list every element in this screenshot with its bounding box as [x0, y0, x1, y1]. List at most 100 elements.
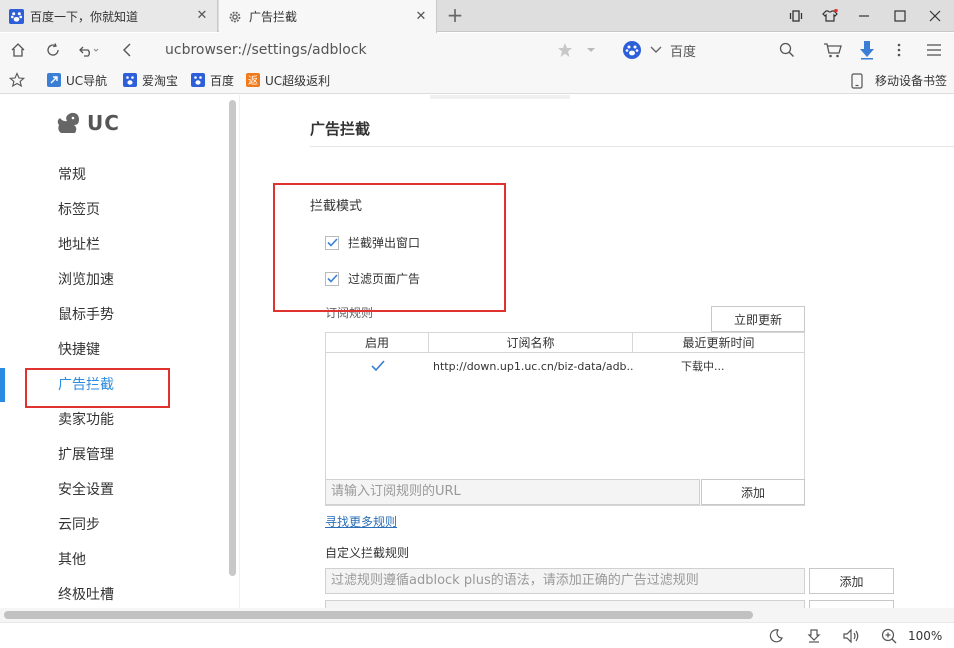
nav-seller-features[interactable]: 卖家功能	[58, 410, 114, 430]
table-row[interactable]: http://down.up1.uc.cn/biz-data/adb... 下载…	[326, 355, 804, 377]
menu-icon[interactable]	[921, 37, 947, 63]
nav-browse-acceleration[interactable]: 浏览加速	[58, 270, 114, 290]
filter-ads-option[interactable]: 过滤页面广告	[325, 270, 420, 287]
bookmark-baidu[interactable]: 百度	[191, 71, 234, 89]
download-icon[interactable]	[854, 37, 880, 63]
nav-security[interactable]: 安全设置	[58, 480, 114, 500]
bookmark-star-icon[interactable]	[9, 71, 25, 89]
update-now-button[interactable]: 立即更新	[711, 306, 805, 332]
night-mode-icon[interactable]	[766, 627, 786, 645]
tab-title: 百度一下，你就知道	[30, 9, 139, 24]
tab-baidu[interactable]: 百度一下，你就知道 ✕	[0, 0, 218, 32]
baidu-paw-icon	[8, 8, 24, 24]
custom-rule-list[interactable]	[325, 600, 805, 608]
search-icon[interactable]	[774, 37, 800, 63]
phone-icon	[851, 73, 863, 89]
navigation-bar: ucbrowser://settings/adblock 百度	[0, 33, 954, 66]
nav-adblock[interactable]: 广告拦截	[58, 375, 114, 395]
block-popups-option[interactable]: 拦截弹出窗口	[325, 234, 420, 251]
star-bookmark-icon[interactable]	[552, 37, 578, 63]
squirrel-icon	[57, 112, 79, 133]
find-more-rules-link[interactable]: 寻找更多规则	[325, 513, 397, 530]
option-label: 拦截弹出窗口	[348, 236, 421, 250]
bookmarks-bar: UC导航 爱淘宝 百度 返 UC超级返利 移动设备书签	[0, 66, 954, 94]
status-bar: 100%	[0, 622, 954, 648]
bookmark-label: 爱淘宝	[142, 73, 179, 88]
scrollbar-thumb[interactable]	[4, 611, 753, 619]
last-updated: 下载中...	[681, 360, 725, 373]
bookmark-uc-fanli[interactable]: 返 UC超级返利	[246, 71, 330, 89]
checkmark-icon	[326, 274, 338, 283]
download-manager-icon[interactable]	[804, 627, 824, 645]
undo-close-icon[interactable]	[76, 37, 102, 63]
subscription-label: 订阅规则	[325, 306, 374, 320]
nav-extensions[interactable]: 扩展管理	[58, 445, 114, 465]
bookmark-label: UC超级返利	[265, 73, 331, 88]
chevron-down-icon[interactable]	[650, 46, 662, 54]
bookmark-uc-nav[interactable]: UC导航	[47, 71, 107, 89]
checkbox[interactable]	[325, 271, 339, 286]
top-divider	[430, 95, 570, 99]
shirt-skin-icon[interactable]	[813, 0, 847, 32]
tab-strip: 百度一下，你就知道 ✕ 广告拦截 ✕ +	[0, 0, 954, 33]
nav-feedback[interactable]: 终极吐槽	[58, 585, 114, 605]
nav-other[interactable]: 其他	[58, 550, 86, 570]
page-title: 广告拦截	[310, 120, 371, 138]
subscription-url-input[interactable]: 请输入订阅规则的URL	[325, 479, 700, 505]
checkmark-icon[interactable]	[370, 360, 385, 372]
checkmark-icon	[326, 238, 338, 247]
more-vertical-icon[interactable]	[886, 37, 912, 63]
uc-logo: UC	[55, 110, 120, 136]
logo-text: UC	[87, 111, 120, 135]
table-header: 启用 订阅名称 最近更新时间	[326, 333, 804, 353]
column-header[interactable]: 最近更新时间	[633, 333, 804, 353]
nav-mouse-gestures[interactable]: 鼠标手势	[58, 305, 114, 325]
bookmark-aitaobao[interactable]: 爱淘宝	[123, 71, 178, 89]
checkbox[interactable]	[325, 235, 339, 250]
close-icon[interactable]: ✕	[195, 9, 209, 23]
new-tab-button[interactable]: +	[444, 4, 466, 26]
volume-icon[interactable]	[842, 627, 862, 645]
nav-cloud-sync[interactable]: 云同步	[58, 515, 100, 535]
adblock-settings: 广告拦截 拦截模式 拦截弹出窗口 过滤页面广告 订阅规则 立即更新 启用 订阅名…	[240, 95, 954, 608]
maximize-icon[interactable]	[883, 0, 917, 32]
column-header[interactable]: 启用	[326, 333, 429, 353]
cart-icon[interactable]	[820, 37, 846, 63]
baidu-engine-icon[interactable]	[622, 40, 642, 60]
add-custom-rule-button[interactable]: 添加	[809, 568, 894, 594]
nav-address-bar[interactable]: 地址栏	[58, 235, 100, 255]
subscription-name: http://down.up1.uc.cn/biz-data/adb...	[433, 359, 633, 373]
reload-icon[interactable]	[40, 37, 66, 63]
close-icon[interactable]: ✕	[414, 9, 428, 24]
nav-shortcuts[interactable]: 快捷键	[58, 340, 100, 360]
uc-nav-icon	[47, 73, 61, 87]
back-icon[interactable]	[114, 37, 140, 63]
address-bar[interactable]: ucbrowser://settings/adblock	[165, 39, 595, 61]
fanli-icon: 返	[246, 73, 260, 87]
tab-adblock[interactable]: 广告拦截 ✕	[219, 0, 437, 33]
home-icon[interactable]	[5, 37, 31, 63]
search-engine-label[interactable]: 百度	[670, 41, 696, 60]
custom-rules-label: 自定义拦截规则	[325, 546, 410, 560]
settings-sidebar: UC 常规 标签页 地址栏 浏览加速 鼠标手势 快捷键 广告拦截 卖家功能 扩展…	[0, 95, 240, 608]
baidu-paw-icon	[191, 73, 205, 87]
nav-general[interactable]: 常规	[58, 165, 86, 185]
minimize-icon[interactable]	[847, 0, 881, 32]
custom-rule-action-button[interactable]	[809, 600, 894, 608]
column-header[interactable]: 订阅名称	[429, 333, 633, 353]
active-nav-marker	[0, 368, 5, 402]
mobile-bookmarks[interactable]: 移动设备书签	[851, 71, 947, 89]
bookmark-label: 百度	[210, 73, 235, 88]
zoom-icon[interactable]	[879, 627, 899, 645]
enabled-cell[interactable]	[326, 360, 429, 372]
horizontal-scrollbar[interactable]	[0, 608, 954, 622]
sidebar-scrollbar[interactable]	[229, 100, 236, 576]
close-window-icon[interactable]	[918, 0, 952, 32]
title-divider	[310, 146, 954, 147]
zoom-level[interactable]: 100%	[908, 629, 942, 643]
custom-rule-input[interactable]: 过滤规则遵循adblock plus的语法，请添加正确的广告过滤规则	[325, 568, 805, 594]
nav-tabs[interactable]: 标签页	[58, 200, 100, 220]
chevron-down-icon[interactable]	[578, 37, 604, 63]
split-view-icon[interactable]	[779, 0, 813, 32]
add-subscription-button[interactable]: 添加	[701, 479, 805, 505]
